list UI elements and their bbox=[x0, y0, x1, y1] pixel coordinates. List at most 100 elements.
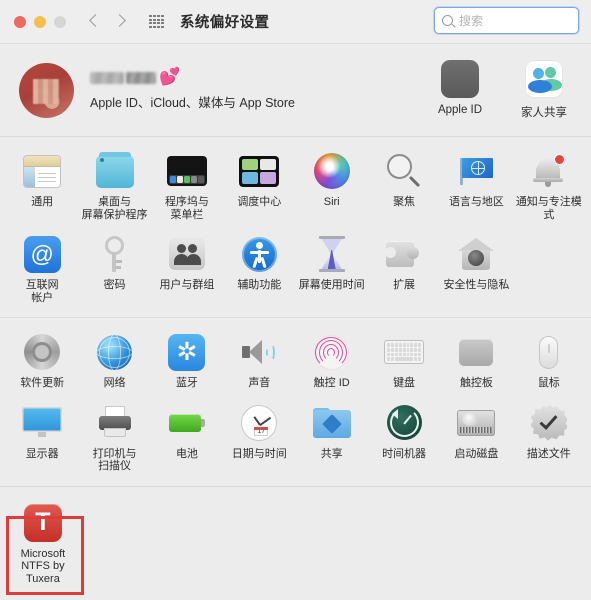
section-third-party: T Microsoft NTFS by Tuxera bbox=[0, 487, 591, 599]
pane-label: 屏幕使用时间 bbox=[298, 279, 365, 291]
pane-label: 家人共享 bbox=[521, 107, 567, 119]
profiles-badge-icon bbox=[528, 402, 570, 444]
minimize-button[interactable] bbox=[34, 15, 46, 28]
pane-tuxera-ntfs[interactable]: T Microsoft NTFS by Tuxera bbox=[6, 497, 80, 593]
forward-chevron-icon[interactable] bbox=[114, 15, 127, 28]
spotlight-icon bbox=[383, 150, 425, 192]
section-personal: 通用 桌面与 屏幕保护程序 程序坞与 菜单栏 调度中心 Siri 聚焦 语言与地… bbox=[0, 137, 591, 318]
startup-disk-icon bbox=[455, 402, 497, 444]
pane-trackpad[interactable]: 触控板 bbox=[440, 326, 512, 397]
displays-icon bbox=[21, 402, 63, 444]
back-chevron-icon[interactable] bbox=[88, 15, 101, 28]
language-region-icon bbox=[455, 150, 497, 192]
bluetooth-icon: ✲ bbox=[166, 331, 208, 373]
pane-date-time[interactable]: 17 日期与时间 bbox=[223, 397, 295, 480]
apple-id-text: 💕 Apple ID、iCloud、媒体与 App Store bbox=[90, 67, 295, 111]
pane-label: 共享 bbox=[320, 447, 343, 460]
pane-mouse[interactable]: 鼠标 bbox=[513, 326, 585, 397]
apple-id-subtitle: Apple ID、iCloud、媒体与 App Store bbox=[90, 96, 295, 110]
pane-keyboard[interactable]: 键盘 bbox=[368, 326, 440, 397]
pane-label: 鼠标 bbox=[537, 377, 560, 389]
pane-software-update[interactable]: 软件更新 bbox=[6, 326, 78, 397]
software-update-icon bbox=[21, 331, 63, 373]
date-time-clock-icon: 17 bbox=[238, 402, 280, 444]
pane-language-region[interactable]: 语言与地区 bbox=[440, 145, 512, 228]
passwords-key-icon bbox=[94, 233, 136, 275]
pane-startup-disk[interactable]: 启动磁盘 bbox=[440, 397, 512, 480]
window-title: 系统偏好设置 bbox=[180, 15, 270, 31]
pane-security-privacy[interactable]: 安全性与隐私 bbox=[440, 228, 512, 311]
pane-label: 蓝牙 bbox=[175, 377, 198, 389]
dock-menubar-icon bbox=[166, 150, 208, 192]
pane-mission-control[interactable]: 调度中心 bbox=[223, 145, 295, 228]
heart-emoji-icon: 💕 bbox=[159, 67, 181, 86]
pane-sound[interactable]: 声音 bbox=[223, 326, 295, 397]
pane-screen-time[interactable]: 屏幕使用时间 bbox=[296, 228, 368, 311]
zoom-button[interactable] bbox=[54, 15, 66, 28]
pane-label: 打印机与 扫描仪 bbox=[92, 447, 137, 473]
accessibility-icon bbox=[238, 233, 280, 275]
pane-users-groups[interactable]: 用户与群组 bbox=[151, 228, 223, 311]
pane-passwords[interactable]: 密码 bbox=[78, 228, 150, 311]
pane-general[interactable]: 通用 bbox=[6, 145, 78, 228]
tuxera-ntfs-icon: T bbox=[22, 502, 64, 544]
pane-label: Microsoft NTFS by Tuxera bbox=[20, 547, 66, 585]
pane-profiles[interactable]: 描述文件 bbox=[513, 397, 585, 480]
pane-spotlight[interactable]: 聚焦 bbox=[368, 145, 440, 228]
pane-label: 程序坞与 菜单栏 bbox=[164, 196, 209, 221]
pane-notifications-focus[interactable]: 通知与专注模式 bbox=[513, 145, 585, 228]
pane-bluetooth[interactable]: ✲ 蓝牙 bbox=[151, 326, 223, 397]
pane-sharing[interactable]: 共享 bbox=[296, 397, 368, 480]
pane-label: 声音 bbox=[248, 377, 271, 389]
pane-printers-scanners[interactable]: 打印机与 扫描仪 bbox=[78, 397, 150, 480]
preference-panes-area: 通用 桌面与 屏幕保护程序 程序坞与 菜单栏 调度中心 Siri 聚焦 语言与地… bbox=[0, 137, 591, 600]
apple-id-banner[interactable]: 💕 Apple ID、iCloud、媒体与 App Store Apple ID… bbox=[0, 44, 591, 137]
pane-label: Apple ID bbox=[437, 104, 483, 116]
user-avatar[interactable] bbox=[19, 62, 74, 118]
search-icon bbox=[442, 15, 453, 26]
pane-siri[interactable]: Siri bbox=[296, 145, 368, 228]
pane-label: 触控板 bbox=[459, 377, 493, 389]
pane-row: 通用 桌面与 屏幕保护程序 程序坞与 菜单栏 调度中心 Siri 聚焦 语言与地… bbox=[6, 145, 585, 228]
clock-day-number: 17 bbox=[254, 426, 269, 436]
pane-label: 辅助功能 bbox=[237, 279, 282, 291]
pane-label: 键盘 bbox=[393, 377, 416, 389]
section-hardware: 软件更新 网络 ✲ 蓝牙 声音 触控 ID 键盘 触控板 鼠标 显示器 打印机与… bbox=[0, 318, 591, 487]
pane-label: 日期与时间 bbox=[231, 447, 287, 460]
pane-apple-id[interactable]: Apple ID bbox=[427, 60, 493, 120]
search-input[interactable] bbox=[459, 13, 571, 28]
pane-desktop-screensaver[interactable]: 桌面与 屏幕保护程序 bbox=[78, 145, 150, 228]
apple-id-actions: Apple ID 家人共享 bbox=[427, 60, 577, 120]
show-all-grid-icon[interactable] bbox=[149, 15, 164, 28]
desktop-screensaver-icon bbox=[94, 150, 136, 192]
pane-displays[interactable]: 显示器 bbox=[6, 397, 78, 480]
pane-empty bbox=[513, 228, 585, 311]
close-button[interactable] bbox=[14, 15, 26, 28]
search-field[interactable] bbox=[434, 7, 579, 34]
pane-label: 桌面与 屏幕保护程序 bbox=[81, 196, 148, 221]
pane-label: 聚焦 bbox=[393, 196, 416, 208]
pane-time-machine[interactable]: 时间机器 bbox=[368, 397, 440, 480]
pane-battery[interactable]: 电池 bbox=[151, 397, 223, 480]
pane-internet-accounts[interactable]: @ 互联网 帐户 bbox=[6, 228, 78, 311]
screen-time-icon bbox=[311, 233, 353, 275]
pane-network[interactable]: 网络 bbox=[78, 326, 150, 397]
traffic-lights bbox=[14, 15, 66, 28]
pane-accessibility[interactable]: 辅助功能 bbox=[223, 228, 295, 311]
pane-label: 通用 bbox=[31, 196, 54, 208]
pane-label: 显示器 bbox=[25, 447, 59, 460]
pane-label: Siri bbox=[323, 196, 340, 208]
pane-family-sharing[interactable]: 家人共享 bbox=[511, 60, 577, 120]
pane-label: 电池 bbox=[175, 447, 198, 460]
pane-extensions[interactable]: 扩展 bbox=[368, 228, 440, 311]
trackpad-icon bbox=[455, 331, 497, 373]
notifications-focus-icon bbox=[528, 150, 570, 192]
user-name-redacted: 💕 bbox=[90, 67, 295, 87]
pane-touch-id[interactable]: 触控 ID bbox=[296, 326, 368, 397]
pane-label: 触控 ID bbox=[313, 377, 350, 389]
pane-label: 语言与地区 bbox=[448, 196, 504, 208]
family-sharing-icon bbox=[525, 60, 563, 98]
pane-row: T Microsoft NTFS by Tuxera bbox=[6, 497, 585, 593]
pane-label: 通知与专注模式 bbox=[515, 196, 582, 221]
pane-dock-menubar[interactable]: 程序坞与 菜单栏 bbox=[151, 145, 223, 228]
